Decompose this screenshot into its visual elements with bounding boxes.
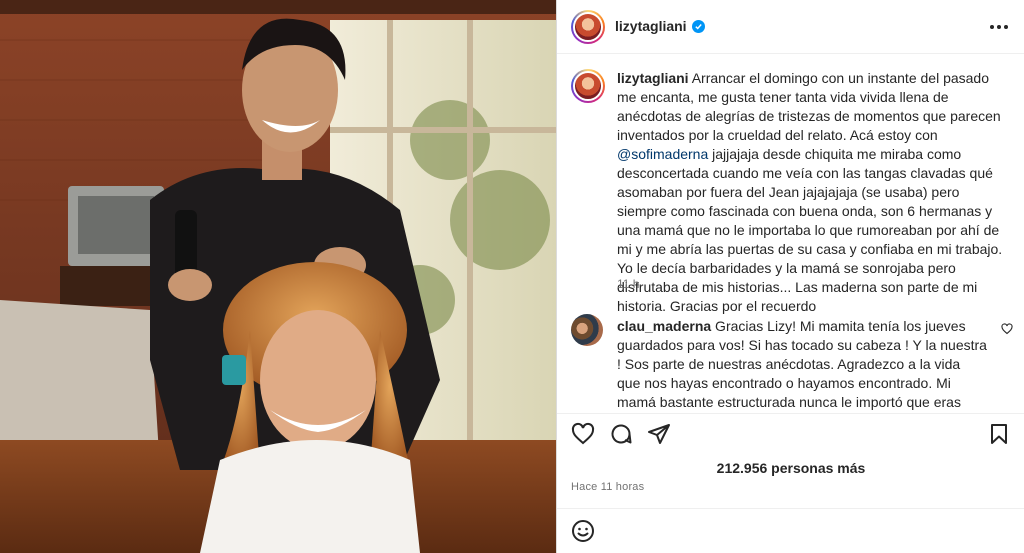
paper-plane-icon[interactable] bbox=[647, 422, 671, 446]
caption-timestamp[interactable]: 11 h bbox=[617, 277, 639, 291]
caption-avatar[interactable] bbox=[571, 69, 605, 103]
post-photo bbox=[0, 0, 556, 553]
commenter-avatar[interactable] bbox=[571, 314, 603, 346]
action-bar: 212.956 personas más Hace 11 horas bbox=[557, 413, 1024, 551]
comment-item: clau_maderna Gracias Lizy! Mi mamita ten… bbox=[617, 317, 987, 413]
likes-count[interactable]: 212.956 personas más bbox=[557, 460, 1024, 476]
caption-mention[interactable]: @sofimaderna bbox=[617, 146, 708, 162]
comment-heart-icon[interactable] bbox=[1001, 323, 1013, 335]
author-name-row: lizytagliani bbox=[615, 18, 705, 34]
emoji-smile-icon[interactable] bbox=[571, 519, 595, 543]
add-comment-bar bbox=[557, 508, 1024, 552]
heart-icon[interactable] bbox=[571, 422, 595, 446]
post-header: lizytagliani bbox=[557, 0, 1024, 54]
post-details-panel: lizytagliani lizytagliani Arrancar el do… bbox=[556, 0, 1024, 553]
comments-feed[interactable]: lizytagliani Arrancar el domingo con un … bbox=[557, 55, 1024, 413]
caption-username[interactable]: lizytagliani bbox=[617, 70, 689, 86]
bookmark-icon[interactable] bbox=[987, 422, 1011, 446]
caption-text-part2: jajjajaja desde chiquita me miraba como … bbox=[617, 146, 1003, 314]
more-options-icon[interactable] bbox=[987, 15, 1011, 39]
instagram-post-modal: lizytagliani lizytagliani Arrancar el do… bbox=[0, 0, 1024, 553]
comment-bubble-icon[interactable] bbox=[609, 422, 633, 446]
comment-username[interactable]: clau_maderna bbox=[617, 318, 711, 334]
post-time-ago[interactable]: Hace 11 horas bbox=[571, 481, 644, 493]
author-avatar[interactable] bbox=[571, 10, 605, 44]
verified-badge-icon bbox=[691, 19, 705, 33]
post-caption: lizytagliani Arrancar el domingo con un … bbox=[617, 69, 1009, 316]
author-username[interactable]: lizytagliani bbox=[615, 18, 687, 34]
